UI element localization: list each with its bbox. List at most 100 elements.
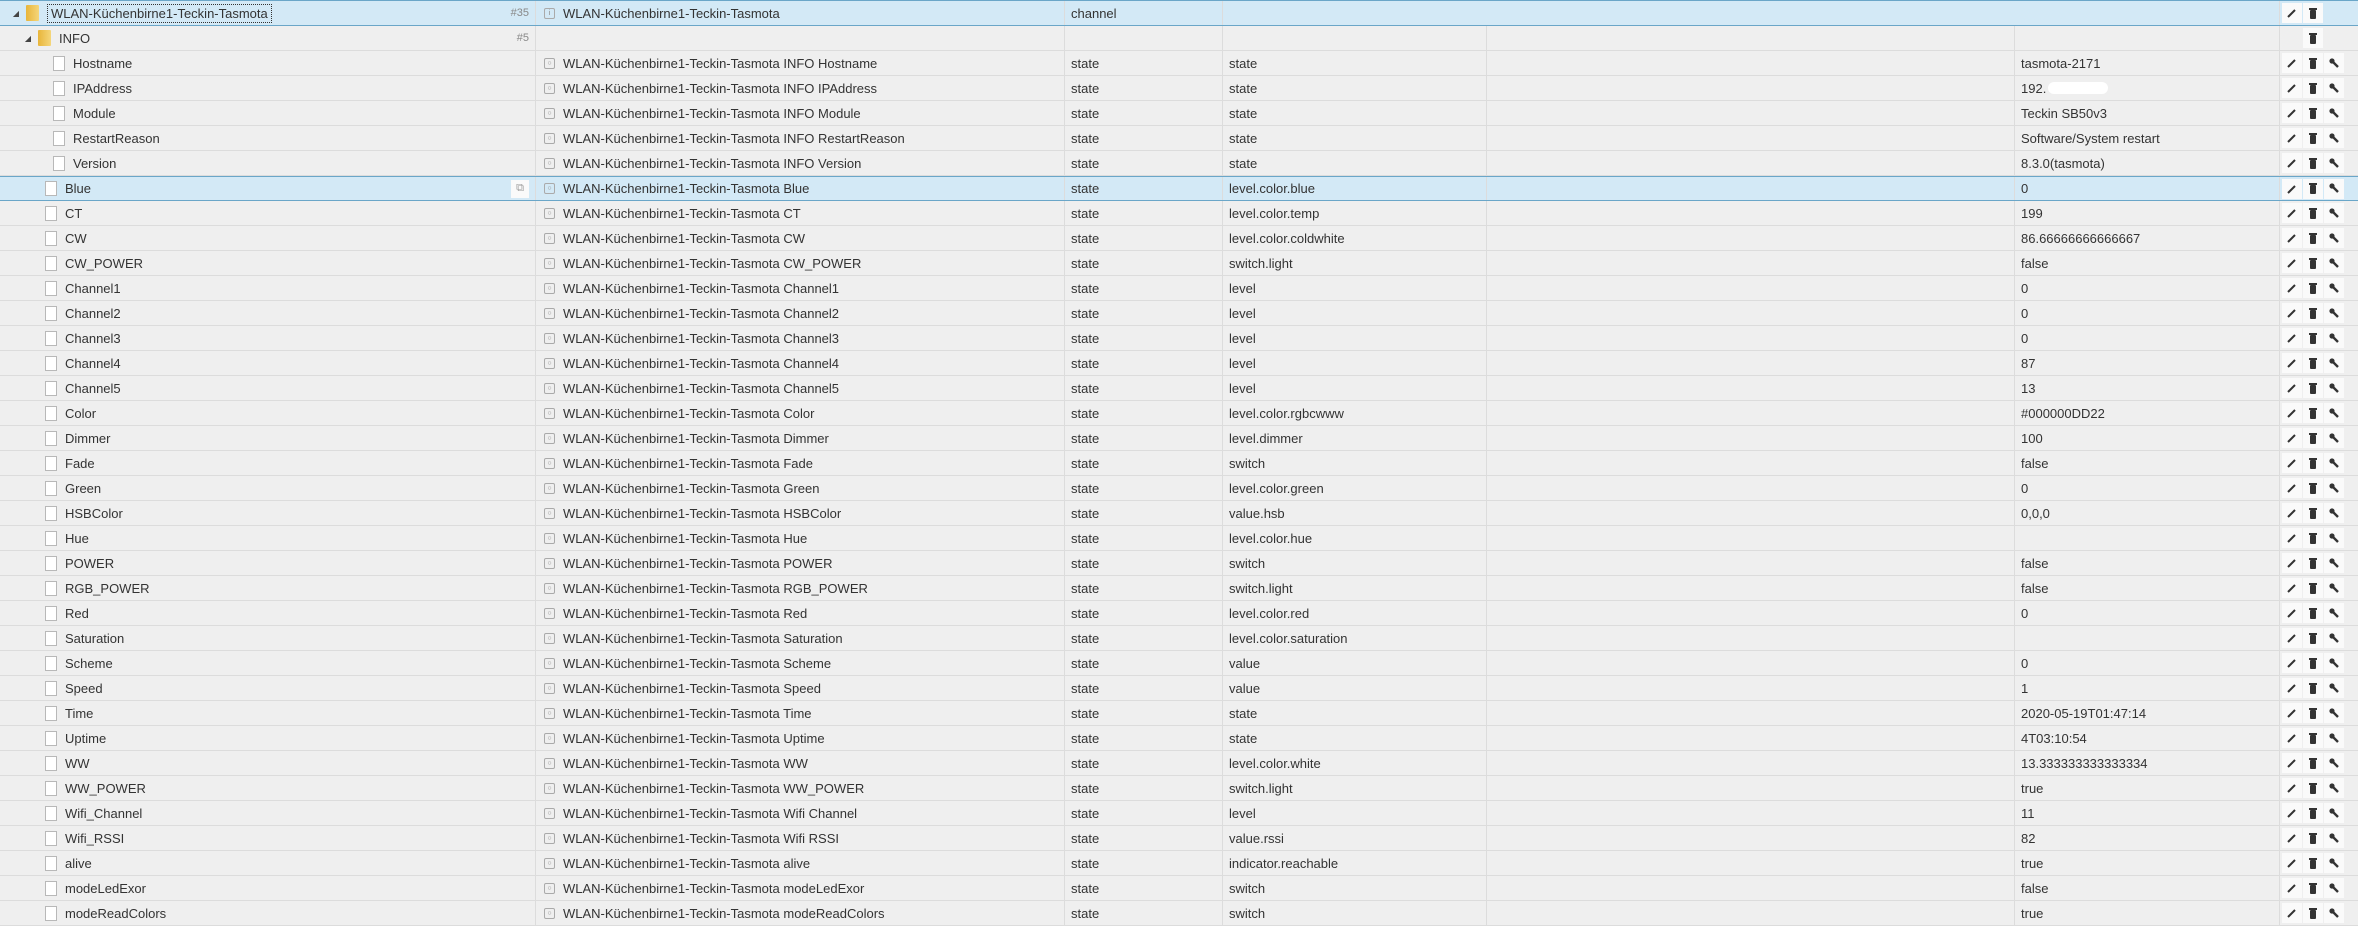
trash-icon[interactable]: [2303, 128, 2323, 148]
pencil-icon[interactable]: [2282, 453, 2302, 473]
trash-icon[interactable]: [2303, 878, 2323, 898]
pencil-icon[interactable]: [2282, 378, 2302, 398]
tree-row-state[interactable]: Wifi_Channel ○ WLAN-Küchenbirne1-Teckin-T…: [0, 801, 2358, 826]
tree-row-state[interactable]: Saturation ○ WLAN-Küchenbirne1-Teckin-Tas…: [0, 626, 2358, 651]
trash-icon[interactable]: [2303, 553, 2323, 573]
tree-row-state[interactable]: Blue ⧉ ○ WLAN-Küchenbirne1-Teckin-Tasmota…: [0, 176, 2358, 201]
trash-icon[interactable]: [2303, 78, 2323, 98]
wrench-icon[interactable]: [2324, 128, 2344, 148]
pencil-icon[interactable]: [2282, 878, 2302, 898]
tree-row-state[interactable]: modeLedExor ○ WLAN-Küchenbirne1-Teckin-Ta…: [0, 876, 2358, 901]
wrench-icon[interactable]: [2324, 878, 2344, 898]
wrench-icon[interactable]: [2324, 178, 2344, 199]
trash-icon[interactable]: [2303, 853, 2323, 873]
wrench-icon[interactable]: [2324, 528, 2344, 548]
wrench-icon[interactable]: [2324, 253, 2344, 273]
trash-icon[interactable]: [2303, 528, 2323, 548]
tree-row-state[interactable]: Uptime ○ WLAN-Küchenbirne1-Teckin-Tasmota…: [0, 726, 2358, 751]
trash-icon[interactable]: [2303, 803, 2323, 823]
wrench-icon[interactable]: [2324, 728, 2344, 748]
trash-icon[interactable]: [2303, 778, 2323, 798]
trash-icon[interactable]: [2303, 578, 2323, 598]
pencil-icon[interactable]: [2282, 553, 2302, 573]
tree-row-state[interactable]: Color ○ WLAN-Küchenbirne1-Teckin-Tasmota …: [0, 401, 2358, 426]
trash-icon[interactable]: [2303, 828, 2323, 848]
wrench-icon[interactable]: [2324, 53, 2344, 73]
pencil-icon[interactable]: [2282, 603, 2302, 623]
tree-row-state[interactable]: RestartReason ○ WLAN-Küchenbirne1-Teckin-…: [0, 126, 2358, 151]
tree-row-state[interactable]: IPAddress ○ WLAN-Küchenbirne1-Teckin-Tasm…: [0, 76, 2358, 101]
pencil-icon[interactable]: [2282, 778, 2302, 798]
pencil-icon[interactable]: [2282, 578, 2302, 598]
tree-row-channel[interactable]: ◢ WLAN-Küchenbirne1-Teckin-Tasmota #35 i…: [0, 0, 2358, 26]
wrench-icon[interactable]: [2324, 378, 2344, 398]
wrench-icon[interactable]: [2324, 453, 2344, 473]
pencil-icon[interactable]: [2282, 403, 2302, 423]
trash-icon[interactable]: [2303, 303, 2323, 323]
tree-row-state[interactable]: RGB_POWER ○ WLAN-Küchenbirne1-Teckin-Tasm…: [0, 576, 2358, 601]
tree-row-state[interactable]: WW_POWER ○ WLAN-Küchenbirne1-Teckin-Tasmo…: [0, 776, 2358, 801]
wrench-icon[interactable]: [2324, 853, 2344, 873]
pencil-icon[interactable]: [2282, 203, 2302, 223]
wrench-icon[interactable]: [2324, 403, 2344, 423]
wrench-icon[interactable]: [2324, 578, 2344, 598]
pencil-icon[interactable]: [2282, 728, 2302, 748]
tree-row-state[interactable]: Channel5 ○ WLAN-Küchenbirne1-Teckin-Tasmo…: [0, 376, 2358, 401]
tree-row-state[interactable]: CW_POWER ○ WLAN-Küchenbirne1-Teckin-Tasmo…: [0, 251, 2358, 276]
wrench-icon[interactable]: [2324, 903, 2344, 923]
trash-icon[interactable]: [2303, 678, 2323, 698]
trash-icon[interactable]: [2303, 253, 2323, 273]
wrench-icon[interactable]: [2324, 628, 2344, 648]
pencil-icon[interactable]: [2282, 678, 2302, 698]
tree-row-state[interactable]: Hue ○ WLAN-Küchenbirne1-Teckin-Tasmota Hu…: [0, 526, 2358, 551]
trash-icon[interactable]: [2303, 203, 2323, 223]
trash-icon[interactable]: [2303, 53, 2323, 73]
tree-row-state[interactable]: Channel2 ○ WLAN-Küchenbirne1-Teckin-Tasmo…: [0, 301, 2358, 326]
tree-row-state[interactable]: Scheme ○ WLAN-Küchenbirne1-Teckin-Tasmota…: [0, 651, 2358, 676]
pencil-icon[interactable]: [2282, 828, 2302, 848]
collapse-toggle-icon[interactable]: ◢: [22, 34, 34, 43]
tree-row-state[interactable]: Wifi_RSSI ○ WLAN-Küchenbirne1-Teckin-Tasm…: [0, 826, 2358, 851]
pencil-icon[interactable]: [2282, 503, 2302, 523]
wrench-icon[interactable]: [2324, 203, 2344, 223]
tree-row-state[interactable]: alive ○ WLAN-Küchenbirne1-Teckin-Tasmota …: [0, 851, 2358, 876]
pencil-icon[interactable]: [2282, 703, 2302, 723]
tree-row-info[interactable]: ◢ INFO #5: [0, 26, 2358, 51]
copy-icon[interactable]: ⧉: [511, 179, 529, 198]
trash-icon[interactable]: [2303, 428, 2323, 448]
tree-row-state[interactable]: CW ○ WLAN-Küchenbirne1-Teckin-Tasmota CW …: [0, 226, 2358, 251]
wrench-icon[interactable]: [2324, 303, 2344, 323]
pencil-icon[interactable]: [2282, 753, 2302, 773]
pencil-icon[interactable]: [2282, 153, 2302, 173]
tree-row-state[interactable]: Channel1 ○ WLAN-Küchenbirne1-Teckin-Tasmo…: [0, 276, 2358, 301]
tree-row-state[interactable]: CT ○ WLAN-Küchenbirne1-Teckin-Tasmota CT …: [0, 201, 2358, 226]
tree-row-state[interactable]: modeReadColors ○ WLAN-Küchenbirne1-Teckin…: [0, 901, 2358, 926]
tree-row-state[interactable]: HSBColor ○ WLAN-Küchenbirne1-Teckin-Tasmo…: [0, 501, 2358, 526]
wrench-icon[interactable]: [2324, 803, 2344, 823]
tree-row-state[interactable]: Version ○ WLAN-Küchenbirne1-Teckin-Tasmot…: [0, 151, 2358, 176]
tree-row-state[interactable]: POWER ○ WLAN-Küchenbirne1-Teckin-Tasmota …: [0, 551, 2358, 576]
trash-icon[interactable]: [2303, 28, 2323, 48]
trash-icon[interactable]: [2303, 453, 2323, 473]
pencil-icon[interactable]: [2282, 803, 2302, 823]
pencil-icon[interactable]: [2282, 128, 2302, 148]
trash-icon[interactable]: [2303, 378, 2323, 398]
pencil-icon[interactable]: [2282, 628, 2302, 648]
wrench-icon[interactable]: [2324, 353, 2344, 373]
wrench-icon[interactable]: [2324, 603, 2344, 623]
wrench-icon[interactable]: [2324, 653, 2344, 673]
trash-icon[interactable]: [2303, 753, 2323, 773]
pencil-icon[interactable]: [2282, 253, 2302, 273]
tree-row-state[interactable]: WW ○ WLAN-Küchenbirne1-Teckin-Tasmota WW …: [0, 751, 2358, 776]
wrench-icon[interactable]: [2324, 553, 2344, 573]
wrench-icon[interactable]: [2324, 153, 2344, 173]
trash-icon[interactable]: [2303, 728, 2323, 748]
trash-icon[interactable]: [2303, 178, 2323, 199]
wrench-icon[interactable]: [2324, 428, 2344, 448]
collapse-toggle-icon[interactable]: ◢: [10, 9, 22, 18]
wrench-icon[interactable]: [2324, 703, 2344, 723]
trash-icon[interactable]: [2303, 903, 2323, 923]
wrench-icon[interactable]: [2324, 478, 2344, 498]
pencil-icon[interactable]: [2282, 478, 2302, 498]
pencil-icon[interactable]: [2282, 328, 2302, 348]
